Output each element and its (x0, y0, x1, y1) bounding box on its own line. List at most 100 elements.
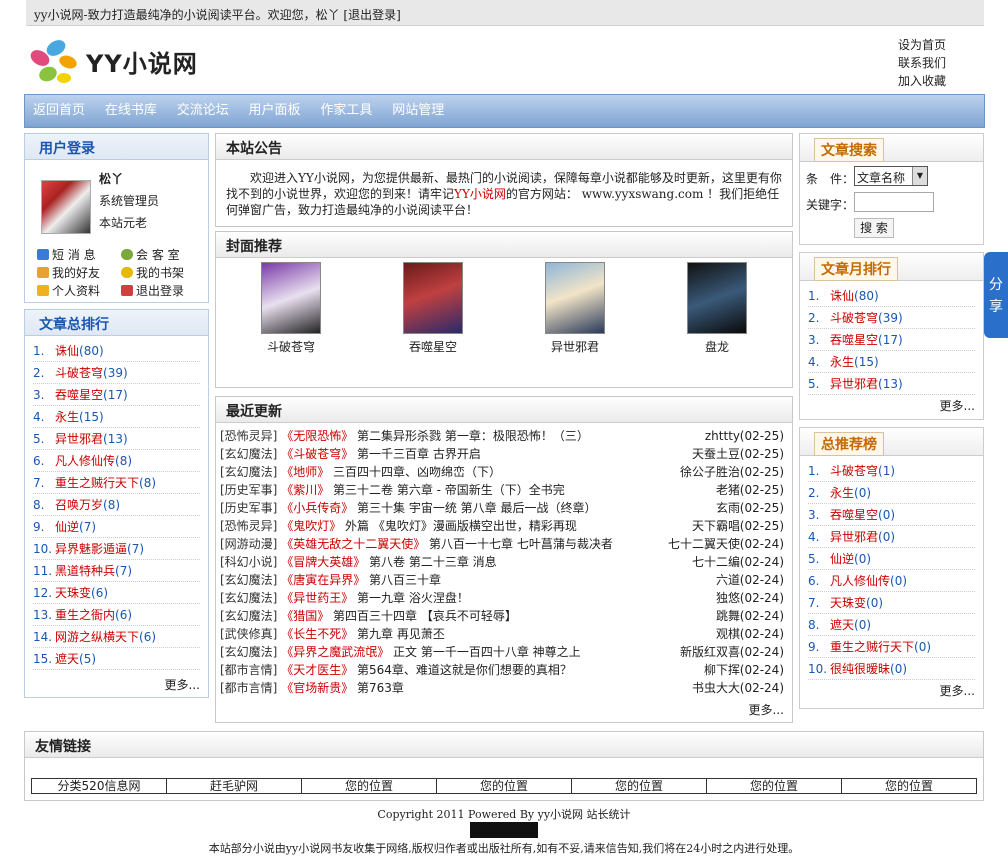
update-book-title[interactable]: 《紫川》 (277, 483, 333, 497)
update-category[interactable]: [网游动漫] (220, 537, 277, 551)
update-author[interactable]: 观棋 (716, 625, 740, 643)
update-category[interactable]: [都市言情] (220, 681, 277, 695)
update-chapter[interactable]: 第三十二卷 第六章 - 帝国新生（下）全书完 (333, 483, 565, 497)
rank-item[interactable]: 1. 诛仙(80) (33, 340, 200, 362)
rank-item[interactable]: 14. 网游之纵横天下(6) (33, 626, 200, 648)
rank-item[interactable]: 4. 永生(15) (33, 406, 200, 428)
rank-book-title[interactable]: 斗破苍穹 (830, 311, 878, 325)
update-book-title[interactable]: 《异界之魔武流氓》 (277, 645, 393, 659)
messages-link[interactable]: 短 消 息 (37, 246, 121, 264)
rank-item[interactable]: 15. 遮天(5) (33, 648, 200, 670)
rank-book-title[interactable]: 很纯很暧昧 (830, 662, 890, 676)
update-chapter[interactable]: 第一千三百章 古界开启 (357, 447, 481, 461)
rank-item[interactable]: 3. 吞噬星空(17) (808, 329, 975, 351)
rank-book-title[interactable]: 斗破苍穹 (830, 464, 878, 478)
rank-book-title[interactable]: 天珠变 (55, 586, 91, 600)
rank-book-title[interactable]: 诛仙 (830, 289, 854, 303)
friend-link[interactable]: 分类520信息网 (32, 779, 167, 793)
rank-book-title[interactable]: 仙逆 (55, 520, 79, 534)
update-book-title[interactable]: 《英雄无敌之十二翼天使》 (277, 537, 429, 551)
update-chapter[interactable]: 第一九章 浴火涅盘！ (357, 591, 469, 605)
update-book-title[interactable]: 《唐寅在异界》 (277, 573, 369, 587)
rank-item[interactable]: 6. 凡人修仙传(0) (808, 570, 975, 592)
rank-item[interactable]: 11. 黑道特种兵(7) (33, 560, 200, 582)
nav-author-tools[interactable]: 作家工具 (312, 95, 372, 127)
share-tab[interactable]: 分 享 (984, 252, 1008, 338)
condition-select[interactable]: 文章名称 ▼ (854, 166, 928, 186)
nav-home[interactable]: 返回首页 (25, 95, 85, 127)
update-chapter[interactable]: 第四百三十四章 【哀兵不可轻辱】 (333, 609, 517, 623)
update-book-title[interactable]: 《鬼吹灯》 (277, 519, 345, 533)
rank-book-title[interactable]: 黑道特种兵 (55, 564, 115, 578)
rank-item[interactable]: 5. 仙逆(0) (808, 548, 975, 570)
bookshelf-link[interactable]: 我的书架 (121, 264, 205, 282)
rank-book-title[interactable]: 重生之贼行天下 (55, 476, 139, 490)
update-book-title[interactable]: 《官场新贵》 (277, 681, 357, 695)
rank-book-title[interactable]: 凡人修仙传 (55, 454, 115, 468)
rank-book-title[interactable]: 异世邪君 (55, 432, 103, 446)
rank-item[interactable]: 4. 永生(15) (808, 351, 975, 373)
rank-book-title[interactable]: 永生 (830, 486, 854, 500)
update-chapter[interactable]: 外篇 《鬼吹灯》漫画版横空出世，精彩再现 (345, 519, 577, 533)
cover-item[interactable]: 异世邪君 (530, 262, 620, 355)
site-name-link[interactable]: YY小说网 (454, 187, 506, 201)
update-chapter[interactable]: 正文 第一千一百四十八章 神尊之上 (393, 645, 581, 659)
profile-link[interactable]: 个人资料 (37, 282, 121, 300)
update-category[interactable]: [玄幻魔法] (220, 465, 277, 479)
nav-library[interactable]: 在线书库 (97, 95, 157, 127)
rank-book-title[interactable]: 吞噬星空 (830, 508, 878, 522)
update-author[interactable]: 六道 (716, 571, 740, 589)
stats-badge[interactable] (470, 822, 538, 838)
update-chapter[interactable]: 第二集异形杀戮 第一章：极限恐怖！（三） (357, 429, 589, 443)
update-author[interactable]: 跳舞 (716, 607, 740, 625)
rank-item[interactable]: 12. 天珠变(6) (33, 582, 200, 604)
update-author[interactable]: 七十二翼天使 (668, 535, 740, 553)
friend-link[interactable]: 您的位置 (302, 779, 437, 793)
update-category[interactable]: [武侠修真] (220, 627, 277, 641)
rank-item[interactable]: 2. 永生(0) (808, 482, 975, 504)
rank-item[interactable]: 3. 吞噬星空(17) (33, 384, 200, 406)
friend-link[interactable]: 您的位置 (707, 779, 842, 793)
rank-item[interactable]: 2. 斗破苍穹(39) (808, 307, 975, 329)
rank-book-title[interactable]: 遮天 (55, 652, 79, 666)
nav-site-admin[interactable]: 网站管理 (384, 95, 444, 127)
update-book-title[interactable]: 《冒牌大英雄》 (277, 555, 369, 569)
update-category[interactable]: [科幻小说] (220, 555, 277, 569)
update-category[interactable]: [恐怖灵异] (220, 429, 277, 443)
update-category[interactable]: [都市言情] (220, 663, 277, 677)
rank-item[interactable]: 8. 召唤万岁(8) (33, 494, 200, 516)
friend-link[interactable]: 您的位置 (572, 779, 707, 793)
rank-book-title[interactable]: 永生 (55, 410, 79, 424)
update-book-title[interactable]: 《长生不死》 (277, 627, 357, 641)
update-author[interactable]: 天蚕土豆 (692, 445, 740, 463)
rank-item[interactable]: 10. 很纯很暧昧(0) (808, 658, 975, 680)
add-favorite-link[interactable]: 加入收藏 (898, 72, 978, 90)
update-category[interactable]: [玄幻魔法] (220, 573, 277, 587)
update-category[interactable]: [玄幻魔法] (220, 447, 277, 461)
cover-item[interactable]: 盘龙 (672, 262, 762, 355)
update-author[interactable]: zhttty (705, 427, 740, 445)
update-book-title[interactable]: 《斗破苍穹》 (277, 447, 357, 461)
update-author[interactable]: 玄雨 (716, 499, 740, 517)
rank-book-title[interactable]: 凡人修仙传 (830, 574, 890, 588)
update-category[interactable]: [历史军事] (220, 501, 277, 515)
rank-item[interactable]: 8. 遮天(0) (808, 614, 975, 636)
logout-link[interactable]: 退出登录 (121, 282, 205, 300)
rec-rank-more-link[interactable]: 更多... (800, 682, 983, 699)
rank-book-title[interactable]: 重生之衙内 (55, 608, 115, 622)
rank-book-title[interactable]: 异世邪君 (830, 377, 878, 391)
keyword-input[interactable] (854, 192, 934, 212)
update-category[interactable]: [恐怖灵异] (220, 519, 277, 533)
update-book-title[interactable]: 《天才医生》 (277, 663, 357, 677)
rank-book-title[interactable]: 斗破苍穹 (55, 366, 103, 380)
rank-book-title[interactable]: 吞噬星空 (55, 388, 103, 402)
update-chapter[interactable]: 第三十集 宇宙一统 第八章 最后一战（终章） (357, 501, 596, 515)
rank-item[interactable]: 1. 诛仙(80) (808, 285, 975, 307)
nav-user-panel[interactable]: 用户面板 (241, 95, 301, 127)
update-chapter[interactable]: 第九章 再见萧丕 (357, 627, 445, 641)
rank-book-title[interactable]: 诛仙 (55, 344, 79, 358)
update-author[interactable]: 七十二编 (692, 553, 740, 571)
month-rank-more-link[interactable]: 更多... (800, 397, 983, 414)
update-author[interactable]: 柳下挥 (704, 661, 740, 679)
update-chapter[interactable]: 第564章、难道这就是你们想要的真相？ (357, 663, 572, 677)
